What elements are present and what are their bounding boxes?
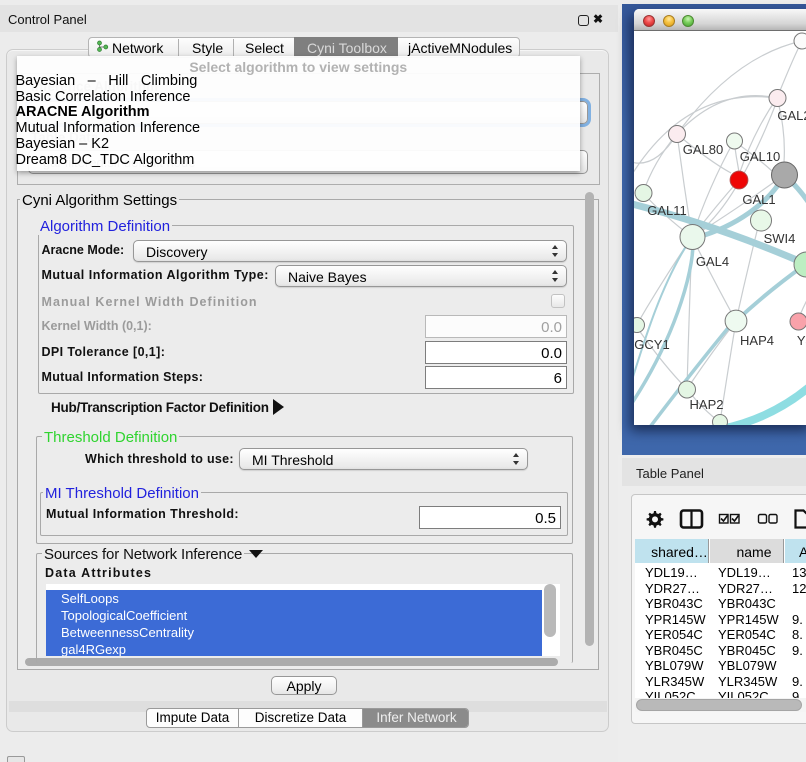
svg-text:GCY1: GCY1 — [634, 337, 669, 352]
svg-text:GAL4: GAL4 — [696, 254, 729, 269]
svg-text:GAL1: GAL1 — [742, 192, 775, 207]
svg-text:SWI4: SWI4 — [764, 231, 796, 246]
svg-text:GAL10: GAL10 — [740, 149, 780, 164]
svg-text:YJ: YJ — [797, 333, 806, 348]
svg-text:HAP4: HAP4 — [740, 333, 774, 348]
svg-text:GAL80: GAL80 — [683, 142, 723, 157]
svg-text:HAP2: HAP2 — [690, 397, 724, 412]
svg-text:GAL2: GAL2 — [777, 108, 806, 123]
svg-text:GAL11: GAL11 — [647, 203, 687, 218]
